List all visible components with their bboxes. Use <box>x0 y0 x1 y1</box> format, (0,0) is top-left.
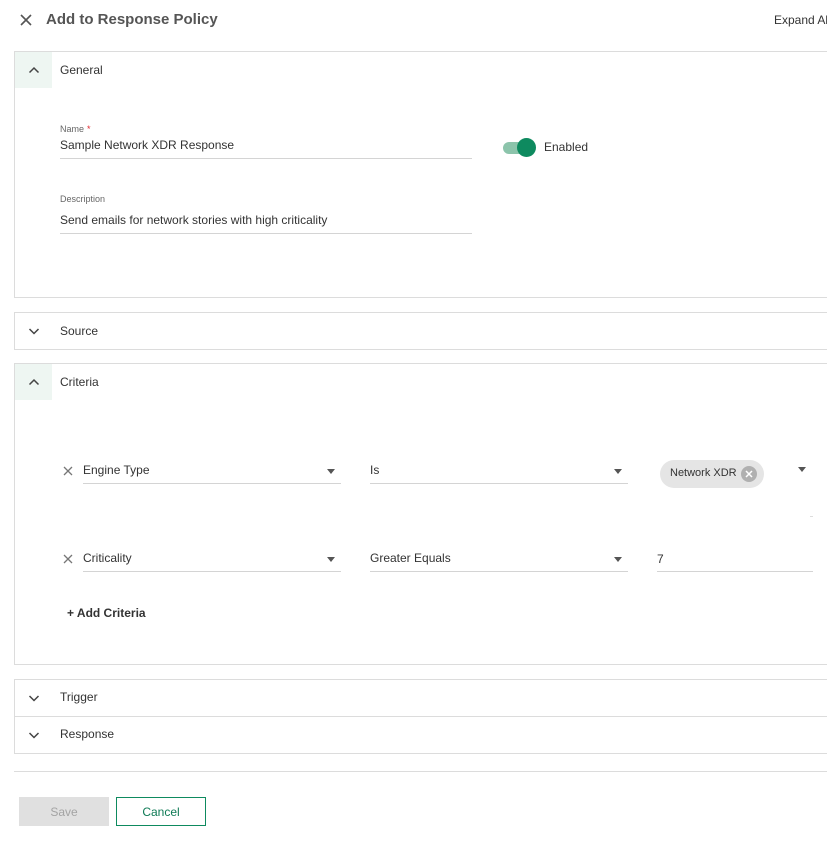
source-panel-title: Source <box>60 324 99 338</box>
criteria-operator-select[interactable]: Is <box>370 463 379 477</box>
general-panel: General <box>14 51 827 298</box>
chip-field-underline <box>810 516 813 517</box>
criteria-panel-header[interactable]: Criteria <box>15 364 827 401</box>
remove-criteria-icon[interactable] <box>62 552 74 564</box>
description-label: Description <box>60 194 106 204</box>
chevron-down-icon[interactable] <box>15 313 52 349</box>
chevron-up-icon[interactable] <box>15 52 52 88</box>
general-panel-header[interactable]: General <box>15 52 827 89</box>
caret-down-icon[interactable] <box>798 467 806 472</box>
trigger-panel-header[interactable]: Trigger <box>15 680 827 717</box>
criteria-operator-underline <box>370 483 628 484</box>
description-field[interactable]: Send emails for network stories with hig… <box>60 213 472 227</box>
value-chip-label: Network XDR <box>670 467 737 479</box>
criteria-field-underline <box>83 571 341 572</box>
close-icon[interactable] <box>16 10 36 30</box>
response-panel: Response <box>14 716 827 754</box>
enabled-toggle-knob[interactable] <box>517 138 536 157</box>
name-field[interactable]: Sample Network XDR Response <box>60 138 472 152</box>
save-button[interactable]: Save <box>19 797 109 826</box>
criteria-operator-select[interactable]: Greater Equals <box>370 551 451 565</box>
criteria-field-underline <box>83 483 341 484</box>
criteria-operator-underline <box>370 571 628 572</box>
enabled-label: Enabled <box>544 140 589 154</box>
cancel-button[interactable]: Cancel <box>116 797 206 826</box>
chevron-up-icon[interactable] <box>15 364 52 400</box>
footer-divider <box>14 771 827 772</box>
expand-all-link[interactable]: Expand All <box>774 13 827 27</box>
criteria-field-select[interactable]: Engine Type <box>83 463 150 477</box>
general-panel-title: General <box>60 63 103 77</box>
name-label: Name <box>60 124 85 134</box>
chevron-down-icon[interactable] <box>15 680 52 716</box>
caret-down-icon[interactable] <box>327 469 335 474</box>
trigger-panel-title: Trigger <box>60 690 98 704</box>
caret-down-icon[interactable] <box>614 557 622 562</box>
source-panel: Source <box>14 312 827 350</box>
caret-down-icon[interactable] <box>614 469 622 474</box>
name-label-wrap: Name * <box>60 119 91 137</box>
source-panel-header[interactable]: Source <box>15 313 827 350</box>
criteria-field-select[interactable]: Criticality <box>83 551 132 565</box>
add-criteria-button[interactable]: + Add Criteria <box>67 606 146 620</box>
remove-criteria-icon[interactable] <box>62 464 74 476</box>
name-field-underline <box>60 158 472 159</box>
criteria-panel-title: Criteria <box>60 375 99 389</box>
response-panel-title: Response <box>60 727 115 741</box>
description-field-underline <box>60 233 472 234</box>
required-marker: * <box>87 124 91 134</box>
trigger-panel: Trigger <box>14 679 827 717</box>
page-title: Add to Response Policy <box>46 11 218 28</box>
chip-remove-icon[interactable] <box>741 466 757 482</box>
criteria-value-underline <box>657 571 813 572</box>
criteria-value-input[interactable]: 7 <box>657 552 664 566</box>
value-chip: Network XDR <box>660 460 764 488</box>
chevron-down-icon[interactable] <box>15 717 52 753</box>
response-panel-header[interactable]: Response <box>15 717 827 754</box>
caret-down-icon[interactable] <box>327 557 335 562</box>
